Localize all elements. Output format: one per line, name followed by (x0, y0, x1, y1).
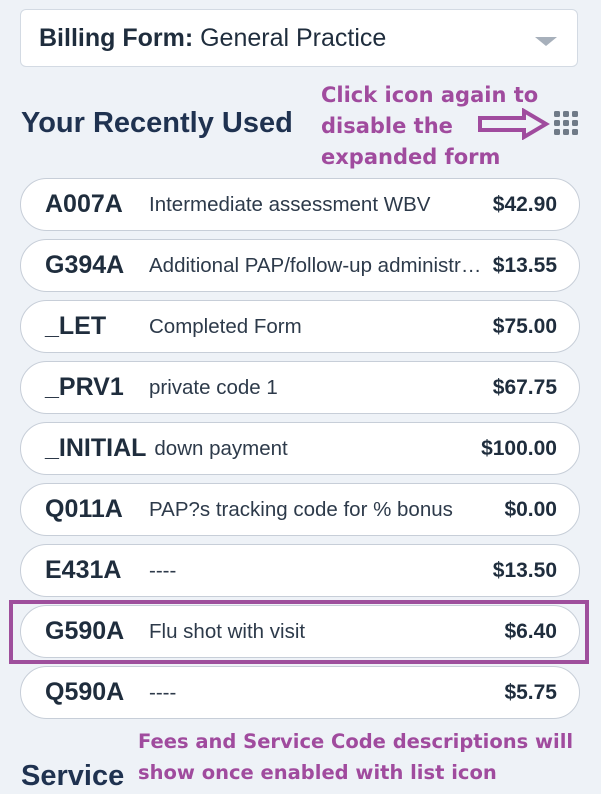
chevron-down-icon (535, 37, 557, 46)
annotation-line: Click icon again to (321, 83, 539, 107)
service-fee: $100.00 (481, 436, 557, 460)
annotation-list-note: Fees and Service Code descriptions will … (138, 726, 573, 788)
service-code-row[interactable]: _LET Completed Form $75.00 (20, 300, 580, 353)
service-fee: $75.00 (492, 314, 557, 338)
service-code-row[interactable]: G394A Additional PAP/follow-up administr… (20, 239, 580, 292)
service-code-row[interactable]: _INITIAL down payment $100.00 (20, 422, 580, 475)
service-fee: $5.75 (504, 680, 557, 704)
service-code-row[interactable]: Q011A PAP?s tracking code for % bonus $0… (20, 483, 580, 536)
service-code-row[interactable]: E431A ---- $13.50 (20, 544, 580, 597)
service-code-row[interactable]: A007A Intermediate assessment WBV $42.90 (20, 178, 580, 231)
service-fee: $42.90 (492, 192, 557, 216)
service-code-row[interactable]: Q590A ---- $5.75 (20, 666, 580, 719)
service-description: Additional PAP/follow-up administration (149, 253, 487, 277)
service-description: ---- (149, 558, 177, 582)
service-description: Intermediate assessment WBV (149, 192, 431, 216)
service-fee: $13.55 (492, 253, 557, 277)
service-code: Q590A (45, 678, 125, 706)
service-description: PAP?s tracking code for % bonus (149, 497, 453, 521)
service-description: ---- (149, 680, 177, 704)
service-code: Q011A (45, 495, 123, 523)
service-code: _LET (45, 312, 107, 340)
billing-form-select[interactable]: Billing Form: General Practice (20, 9, 578, 67)
service-fee: $0.00 (504, 497, 557, 521)
service-code: _INITIAL (45, 434, 147, 462)
highlight-box (9, 600, 589, 664)
service-description: down payment (154, 436, 288, 460)
billing-form-label: Billing Form: General Practice (39, 24, 386, 53)
service-description: Completed Form (149, 314, 302, 338)
service-description: private code 1 (149, 375, 278, 399)
recently-used-title: Your Recently Used (21, 107, 293, 139)
annotation-line: Fees and Service Code descriptions will (138, 730, 574, 753)
billing-form-key: Billing Form: (39, 23, 194, 52)
service-code: G394A (45, 251, 125, 279)
grid-icon[interactable] (553, 110, 579, 136)
arrow-right-icon (478, 108, 550, 140)
annotation-line: expanded form (321, 145, 501, 169)
annotation-line: show once enabled with list icon (138, 761, 497, 784)
service-code: _PRV1 (45, 373, 124, 401)
service-code: A007A (45, 190, 123, 218)
service-fee: $67.75 (492, 375, 557, 399)
service-code-row[interactable]: _PRV1 private code 1 $67.75 (20, 361, 580, 414)
service-heading: Service (21, 760, 125, 792)
service-code: E431A (45, 556, 122, 584)
service-fee: $13.50 (492, 558, 557, 582)
billing-form-value: General Practice (200, 23, 387, 52)
